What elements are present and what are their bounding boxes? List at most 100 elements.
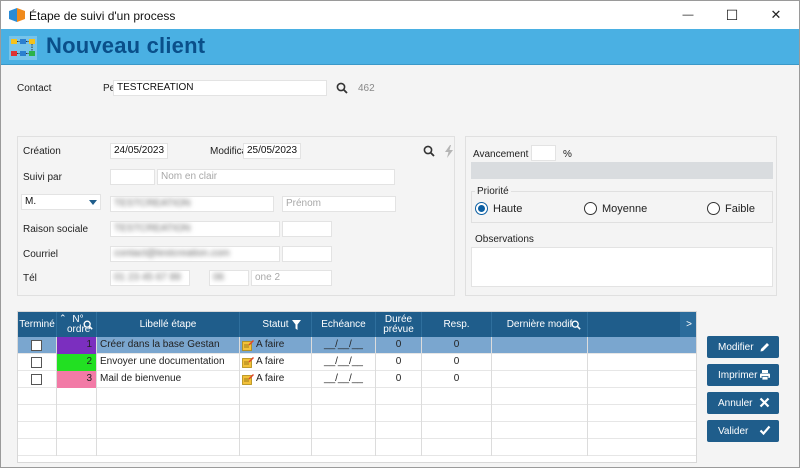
table-row[interactable]: 1 Créer dans la base Gestan A faire __/__/_… <box>18 337 696 354</box>
filter-icon[interactable] <box>292 320 301 330</box>
status-label: A faire <box>256 356 285 367</box>
sort-icon[interactable]: ⌃ <box>59 313 67 323</box>
annuler-button[interactable]: Annuler <box>707 392 779 414</box>
tel-value: 01 23 45 67 89 <box>114 272 181 283</box>
progress-label: Avancement <box>473 149 529 160</box>
prenom-field[interactable]: Prénom <box>282 196 396 212</box>
cell-termine <box>18 439 57 456</box>
table-row-empty <box>18 439 696 456</box>
table-row-empty <box>18 388 696 405</box>
cell-statut: A faire <box>240 371 312 388</box>
tel2-placeholder: one 2 <box>255 272 281 283</box>
col-ordre[interactable]: ⌃ N° ordre <box>57 312 97 337</box>
table-row[interactable]: 2 Envoyer une documentation A faire __/__/_… <box>18 354 696 371</box>
search-icon[interactable] <box>83 320 93 330</box>
cell-ordre: 2 <box>57 354 97 371</box>
tel-field[interactable]: 01 23 45 67 89 <box>110 270 190 286</box>
cell-libelle <box>97 405 240 422</box>
search-icon[interactable] <box>334 80 350 96</box>
valider-button[interactable]: Valider <box>707 420 779 442</box>
maximize-icon: ☐ <box>725 6 739 23</box>
imprimer-button[interactable]: Imprimer <box>707 364 779 386</box>
priority-moyenne-radio[interactable]: Moyenne <box>584 202 647 215</box>
col-resp[interactable]: Resp. <box>422 312 492 337</box>
annuler-label: Annuler <box>718 397 753 409</box>
raison-field[interactable]: TESTCREATION <box>110 221 280 237</box>
radio-selected-icon <box>475 202 488 215</box>
progress-field[interactable] <box>531 145 556 161</box>
contact-prefix: Pe <box>103 83 113 94</box>
cell-duree <box>376 439 422 456</box>
courriel-extra-field[interactable] <box>282 246 332 262</box>
observations-field[interactable] <box>471 247 773 287</box>
scroll-right-button[interactable]: > <box>680 312 696 337</box>
cell-echeance: __/__/__ <box>312 354 376 371</box>
civility-value: M. <box>25 196 37 207</box>
cell-derniere <box>492 388 588 405</box>
courriel-field[interactable]: contact@testcreation.com <box>110 246 280 262</box>
cell-empty <box>588 405 696 422</box>
cell-derniere <box>492 405 588 422</box>
done-checkbox[interactable] <box>31 357 42 368</box>
lightning-icon[interactable] <box>441 143 457 159</box>
status-label: A faire <box>256 339 285 350</box>
priority-haute-label: Haute <box>493 202 523 215</box>
close-button[interactable]: ✕ <box>753 1 799 29</box>
contact-field[interactable]: TESTCREATION <box>113 80 327 96</box>
creation-date-field[interactable]: 24/05/2023 <box>110 143 168 159</box>
progress-bar <box>471 162 773 179</box>
close-icon <box>758 396 771 409</box>
courriel-label: Courriel <box>23 249 59 260</box>
modif-date-field[interactable]: 25/05/2023 <box>243 143 301 159</box>
minimize-button[interactable]: — <box>665 1 711 29</box>
priority-faible-radio[interactable]: Faible <box>707 202 755 215</box>
cell-resp: 0 <box>422 337 492 354</box>
title-bar[interactable]: Étape de suivi d'un process — ☐ ✕ <box>1 1 799 29</box>
cell-libelle[interactable]: Créer dans la base Gestan <box>97 337 240 354</box>
cell-duree <box>376 405 422 422</box>
chevron-down-icon[interactable] <box>89 200 97 205</box>
cell-ordre <box>57 422 97 439</box>
col-libelle[interactable]: Libellé étape <box>97 312 240 337</box>
tel-code-field[interactable]: 06 <box>209 270 249 286</box>
cell-libelle[interactable]: Mail de bienvenue <box>97 371 240 388</box>
priority-haute-radio[interactable]: Haute <box>475 202 522 215</box>
contact-label: Contact <box>17 83 52 94</box>
cell-resp: 0 <box>422 371 492 388</box>
creation-label: Création <box>23 146 61 157</box>
status-edit-icon <box>242 340 254 351</box>
col-echeance[interactable]: Echéance <box>312 312 376 337</box>
suivi-code-field[interactable] <box>110 169 155 185</box>
cell-resp <box>422 439 492 456</box>
cell-libelle <box>97 439 240 456</box>
cell-libelle[interactable]: Envoyer une documentation <box>97 354 240 371</box>
suivi-name-field[interactable]: Nom en clair <box>157 169 395 185</box>
cell-statut: A faire <box>240 354 312 371</box>
page-title: Nouveau client <box>46 33 206 58</box>
tel-label: Tél <box>23 273 37 284</box>
col-statut[interactable]: Statut <box>240 312 312 337</box>
col-termine[interactable]: Terminé <box>18 312 57 337</box>
col-derniere[interactable]: Dernière modif <box>492 312 588 337</box>
search-icon[interactable] <box>421 143 437 159</box>
done-checkbox[interactable] <box>31 340 42 351</box>
process-step-window: Étape de suivi d'un process — ☐ ✕ Nouvea… <box>0 0 800 468</box>
col-duree[interactable]: Durée prévue <box>376 312 422 337</box>
status-label: A faire <box>256 373 285 384</box>
cell-derniere <box>492 337 588 354</box>
done-checkbox[interactable] <box>31 374 42 385</box>
cell-ordre <box>57 388 97 405</box>
search-icon[interactable] <box>571 320 581 330</box>
modifier-button[interactable]: Modifier <box>707 336 779 358</box>
cell-termine <box>18 371 57 388</box>
check-icon <box>758 424 771 437</box>
table-row[interactable]: 3 Mail de bienvenue A faire __/__/__ 0 0 <box>18 371 696 388</box>
workflow-icon <box>9 36 37 60</box>
table-row-empty <box>18 405 696 422</box>
raison-extra-field[interactable] <box>282 221 332 237</box>
prenom-placeholder: Prénom <box>286 198 322 209</box>
maximize-button[interactable]: ☐ <box>709 1 755 29</box>
nom-field[interactable]: TESTCREATION <box>110 196 274 212</box>
courriel-value: contact@testcreation.com <box>114 248 230 259</box>
tel2-field[interactable]: one 2 <box>251 270 332 286</box>
